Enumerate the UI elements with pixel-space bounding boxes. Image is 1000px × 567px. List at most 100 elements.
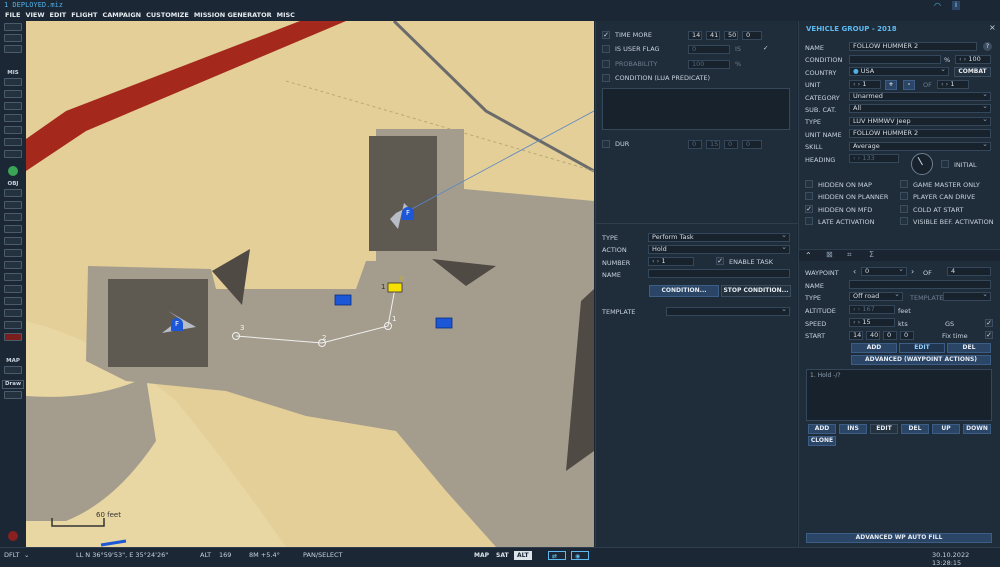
tab-payload-icon[interactable]: ⌗ (847, 250, 852, 260)
tab-targets-icon[interactable]: ⊠ (826, 250, 833, 259)
start-s[interactable]: 0 (883, 331, 897, 340)
time-more-f[interactable]: 0 (742, 31, 762, 40)
unit-stepper[interactable]: ‹ › 1 (849, 80, 881, 89)
heading-stepper[interactable]: ‹ › 133 (849, 154, 899, 163)
power-icon[interactable] (8, 531, 18, 541)
hidden-on-mfd-checkbox[interactable]: ✓ (805, 205, 813, 213)
altitude-stepper[interactable]: ‹ › 167 (849, 305, 895, 314)
time-more-h[interactable]: 14 (688, 31, 702, 40)
country-select[interactable]: ● USA (849, 67, 949, 76)
go-icon[interactable] (8, 166, 18, 176)
menu-edit[interactable]: EDIT (50, 10, 67, 21)
shapes-icon[interactable] (4, 321, 22, 329)
stepper-icon[interactable]: ‹ › (853, 155, 862, 162)
category-select[interactable]: Unarmed (849, 92, 991, 101)
initial-checkbox[interactable] (941, 160, 949, 168)
ground-vehicle-icon[interactable] (4, 225, 22, 233)
stop-condition-button[interactable]: STOP CONDITION... (721, 285, 791, 297)
help-icon[interactable]: ? (983, 42, 992, 51)
unit-marker-1[interactable]: F (402, 207, 414, 220)
ship-icon[interactable] (4, 213, 22, 221)
dur-m[interactable]: 15 (706, 140, 720, 149)
skill-select[interactable]: Average (849, 142, 991, 151)
menu-file[interactable]: FILE (5, 10, 20, 21)
stepper-icon[interactable]: ‹ › (853, 306, 862, 313)
new-file-icon[interactable] (4, 23, 22, 31)
combat-button[interactable]: COMBAT (954, 67, 991, 77)
resource-icon[interactable] (4, 150, 22, 158)
user-flag-value-check[interactable]: ✓ (763, 44, 768, 52)
actions-list[interactable]: 1. Hold -/? (806, 369, 992, 421)
action-insert-button[interactable]: INS (839, 424, 867, 434)
dur-s[interactable]: 0 (724, 140, 738, 149)
action-add-button[interactable]: ADD (808, 424, 836, 434)
tab-summary-icon[interactable]: Σ (869, 250, 874, 259)
static-object-icon[interactable] (4, 237, 22, 245)
stepper-icon[interactable]: ‹ › (853, 319, 862, 326)
fix-time-checkbox[interactable]: ✓ (985, 331, 993, 339)
clouds-icon[interactable] (4, 102, 22, 110)
map-mode-button[interactable]: MAP (471, 551, 492, 560)
draw-button[interactable]: Draw (2, 380, 24, 389)
speed-stepper[interactable]: ‹ › 15 (849, 318, 895, 327)
hidden-on-map-checkbox[interactable] (805, 180, 813, 188)
map-view[interactable]: F F 0 1 2 3 1 60 feet (26, 21, 594, 547)
type-select[interactable]: LUV HMMWV Jeep (849, 117, 991, 126)
late-activation-checkbox[interactable] (805, 217, 813, 225)
stepper-icon[interactable]: ‹ › (941, 81, 950, 88)
start-m[interactable]: 40 (866, 331, 880, 340)
condition-lua-checkbox[interactable] (602, 74, 610, 82)
action-down-button[interactable]: DOWN (963, 424, 991, 434)
hidden-on-planner-checkbox[interactable] (805, 192, 813, 200)
task-type-select[interactable]: Perform Task (648, 233, 790, 242)
action-del-button[interactable]: DEL (901, 424, 929, 434)
dur-h[interactable]: 0 (688, 140, 702, 149)
menu-flight[interactable]: FLIGHT (71, 10, 97, 21)
condition-button[interactable]: CONDITION... (649, 285, 719, 297)
time-more-m[interactable]: 41 (706, 31, 720, 40)
wp-edit-button[interactable]: EDIT (899, 343, 945, 353)
time-more-s[interactable]: 50 (724, 31, 738, 40)
wp-add-button[interactable]: ADD (851, 343, 897, 353)
menu-misc[interactable]: MISC (277, 10, 295, 21)
info-icon[interactable]: i (952, 1, 960, 10)
player-can-drive-checkbox[interactable] (900, 192, 908, 200)
lua-predicate-textarea[interactable] (602, 88, 790, 130)
layer-chevron-down-icon[interactable]: ⌄ (24, 551, 29, 559)
close-icon[interactable]: × (989, 23, 996, 32)
delete-icon[interactable] (4, 333, 22, 341)
menu-mission-generator[interactable]: MISSION GENERATOR (194, 10, 272, 21)
menu-customize[interactable]: CUSTOMIZE (146, 10, 189, 21)
sat-mode-button[interactable]: SAT (493, 551, 512, 560)
unit-name-input[interactable]: FOLLOW HUMMER 2 (849, 129, 991, 138)
open-file-icon[interactable] (4, 34, 22, 42)
template-select[interactable] (666, 307, 790, 316)
user-flag-input[interactable]: 0 (688, 45, 730, 54)
layer-select[interactable]: DFLT (4, 551, 19, 559)
group-name-input[interactable]: FOLLOW HUMMER 2 (849, 42, 977, 51)
condition-input[interactable] (849, 55, 941, 64)
condition-stepper[interactable]: ‹ › 100 (955, 55, 991, 64)
remove-unit-button[interactable]: - (903, 80, 915, 90)
visible-before-activation-checkbox[interactable] (900, 217, 908, 225)
waypoint-prev-icon[interactable]: ‹ (853, 267, 856, 276)
probability-checkbox[interactable] (602, 60, 610, 68)
unit-of-stepper[interactable]: ‹ › 1 (937, 80, 969, 89)
waypoint-select[interactable]: 0 (861, 267, 907, 276)
circle-icon[interactable] (4, 297, 22, 305)
wp-name-input[interactable] (849, 280, 991, 289)
tab-route-icon[interactable]: ⌃ (805, 251, 812, 260)
helicopter-icon[interactable] (4, 201, 22, 209)
zone-icon[interactable] (4, 261, 22, 269)
wifi-icon[interactable]: ◠ (934, 1, 941, 10)
mission-briefing-icon[interactable] (4, 78, 22, 86)
action-edit-button[interactable]: EDIT (870, 424, 898, 434)
waypoint-next-icon[interactable]: › (911, 267, 914, 276)
cold-at-start-checkbox[interactable] (900, 205, 908, 213)
wp-del-button[interactable]: DEL (947, 343, 991, 353)
goals-icon[interactable] (4, 126, 22, 134)
heading-dial[interactable] (911, 153, 933, 175)
advanced-waypoint-actions-button[interactable]: ADVANCED (WAYPOINT ACTIONS) (851, 355, 991, 365)
start-h[interactable]: 14 (849, 331, 863, 340)
probability-input[interactable]: 100 (688, 60, 730, 69)
